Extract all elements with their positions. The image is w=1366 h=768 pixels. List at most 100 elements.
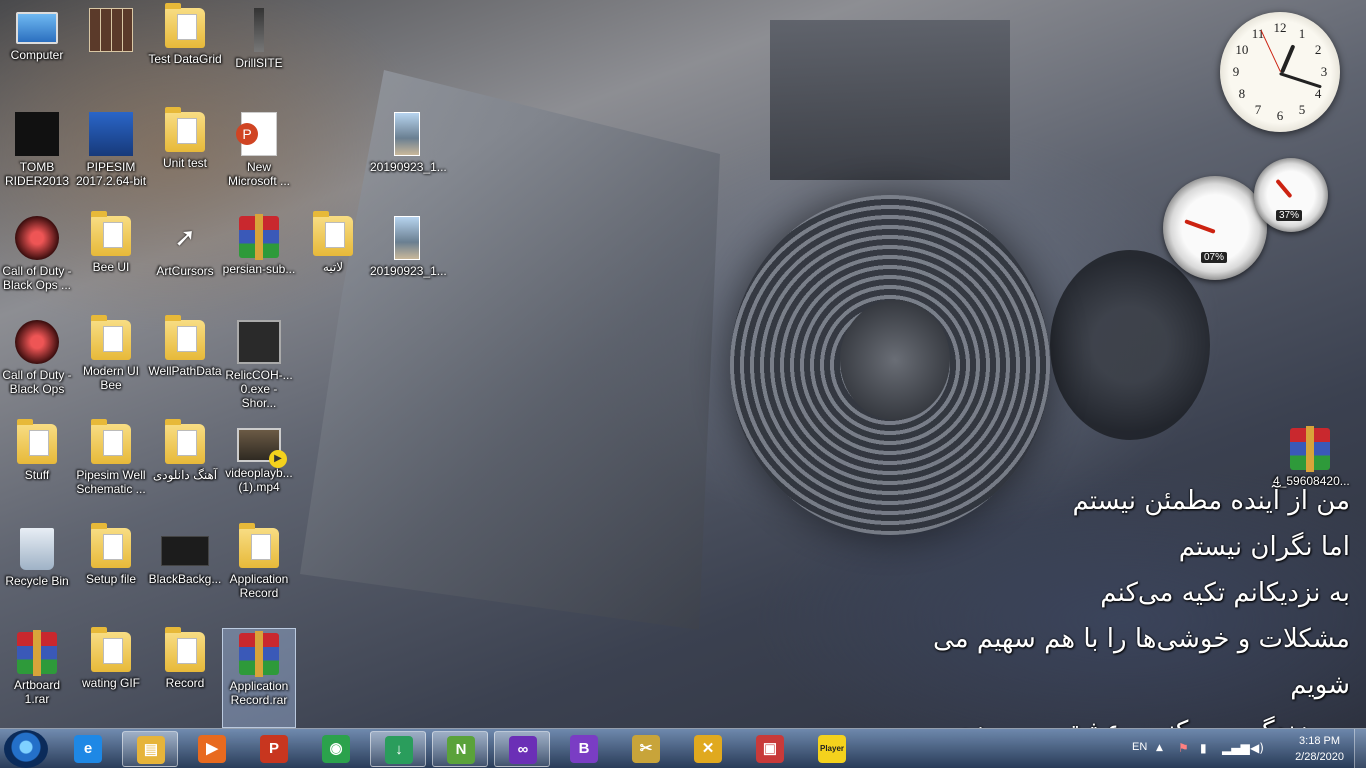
- photo-icon: [394, 112, 420, 156]
- taskbar-button[interactable]: ✕: [680, 731, 736, 767]
- winrar-icon: [17, 630, 57, 676]
- start-button[interactable]: [4, 730, 48, 768]
- kmplayer-icon: Player: [818, 735, 846, 763]
- desktop-icon-label: Pipesim Well Schematic ...: [76, 468, 146, 496]
- cpu-meter-gadget[interactable]: 07%: [1163, 176, 1267, 280]
- cursor-icon: ➚: [174, 223, 196, 253]
- desktop-icon[interactable]: BlackBackg...: [148, 524, 222, 624]
- taskbar-button[interactable]: ▶: [184, 731, 240, 767]
- desktop-icon[interactable]: PIPESIM 2017.2.64-bit: [74, 108, 148, 208]
- folder-icon: [165, 3, 205, 48]
- taskbar-button[interactable]: ✂: [618, 731, 674, 767]
- power-icon[interactable]: ▮: [1200, 741, 1207, 755]
- volume-icon[interactable]: ◀): [1250, 741, 1264, 755]
- desktop-icon[interactable]: Stuff: [0, 419, 74, 520]
- taskbar-button[interactable]: P: [246, 731, 302, 767]
- company-of-heroes-icon: [237, 320, 281, 364]
- taskbar-button[interactable]: ◉: [308, 731, 364, 767]
- second-hand: [1260, 29, 1281, 73]
- clock-number: 8: [1238, 86, 1246, 101]
- desktop-icon[interactable]: Application Record.rar: [222, 628, 296, 728]
- desktop-icon[interactable]: ➚ ArtCursors: [148, 212, 222, 312]
- desktop-icon[interactable]: Call of Duty - Black Ops ...: [0, 212, 74, 312]
- desktop-icon-label: persian-sub...: [222, 262, 296, 276]
- folder-icon: [91, 419, 131, 464]
- media-player-icon: ▶: [198, 735, 226, 763]
- desktop-icon[interactable]: Test DataGrid: [148, 3, 222, 104]
- taskbar-button[interactable]: ▣: [742, 731, 798, 767]
- desktop-icon[interactable]: Modern UI Bee: [74, 315, 148, 416]
- memory-percent: 37%: [1276, 210, 1303, 221]
- cpu-percent: 07%: [1201, 252, 1228, 263]
- folder-icon: [165, 627, 205, 672]
- desktop-icon-label: Test DataGrid: [148, 52, 222, 66]
- clock-gadget[interactable]: 12 1 2 3 4 5 6 7 8 9 10 11: [1220, 12, 1340, 132]
- taskbar-button[interactable]: ▤: [122, 731, 178, 767]
- pipesim-icon: [89, 112, 133, 156]
- desktop-icon[interactable]: Recycle Bin: [0, 524, 74, 624]
- desktop-icon-label: لاتیه: [322, 260, 344, 274]
- desktop-icon-label: Artboard 1.rar: [13, 678, 61, 706]
- desktop-icon[interactable]: آهنگ دانلودی: [148, 419, 222, 520]
- clock-number: 12: [1273, 20, 1287, 35]
- show-hidden-icons-icon[interactable]: ▲: [1156, 743, 1163, 753]
- desktop-icon[interactable]: RelicCOH-... 0.exe - Shor...: [222, 316, 296, 416]
- taskbar-button[interactable]: ∞: [494, 731, 550, 767]
- clock-number: 5: [1298, 102, 1306, 118]
- wallpaper-rear-tire: [1050, 250, 1210, 440]
- desktop-icon[interactable]: Application Record: [222, 523, 296, 624]
- desktop-icon[interactable]: New Microsoft ...: [222, 108, 296, 208]
- poem-line: مشکلات و خوشی‌ها را با هم سهیم می شویم: [933, 624, 1350, 700]
- desktop-icon[interactable]: WellPathData: [148, 315, 222, 416]
- desktop-icon[interactable]: 20190923_1...: [370, 212, 447, 312]
- taskbar-button[interactable]: B: [556, 731, 612, 767]
- desktop-icon[interactable]: persian-sub...: [222, 212, 296, 312]
- desktop-icon-label: BlackBackg...: [148, 572, 222, 586]
- taskbar-clock[interactable]: 3:18 PM 2/28/2020: [1295, 733, 1344, 765]
- installer-icon: ▣: [756, 735, 784, 763]
- recycle-bin-icon: [20, 528, 54, 570]
- show-desktop-button[interactable]: [1354, 729, 1366, 768]
- action-center-flag-icon[interactable]: ⚑: [1178, 741, 1189, 755]
- taskbar-button[interactable]: ↓: [370, 731, 426, 767]
- poem-line: من از آینده مطمئن نیستم: [1072, 486, 1350, 516]
- network-signal-icon[interactable]: ▂▄▆: [1222, 741, 1250, 755]
- desktop-icon[interactable]: TOMB RIDER2013: [0, 108, 74, 208]
- desktop-icon[interactable]: videoplayb... (1).mp4: [222, 420, 296, 520]
- desktop-icon[interactable]: Computer: [0, 4, 74, 104]
- desktop-icon[interactable]: Setup file: [74, 523, 148, 624]
- winrar-icon: [239, 631, 279, 677]
- taskbar-button[interactable]: e: [60, 731, 116, 767]
- tools-icon: ✂: [632, 735, 660, 763]
- desktop-icon[interactable]: wating GIF: [74, 627, 148, 728]
- desktop-icon[interactable]: DrillSITE: [222, 4, 296, 104]
- desktop-icon[interactable]: Bee UI: [74, 211, 148, 312]
- desktop-icon[interactable]: [74, 4, 148, 104]
- tomb-raider-icon: [15, 112, 59, 156]
- folder-icon: [165, 315, 205, 360]
- language-indicator[interactable]: EN: [1132, 741, 1147, 753]
- wallpaper-loader-bucket: [300, 70, 720, 630]
- desktop-icon[interactable]: Pipesim Well Schematic ...: [74, 419, 148, 520]
- taskbar: e ▤ ▶ P ◉ ↓ N ∞ B ✂ ✕ ▣ Player EN ▲ ⚑ ▮ ▂▄▆ ◀) 3:18 …: [0, 728, 1366, 768]
- desktop-icon-label: Setup file: [85, 572, 137, 586]
- desktop-icon-label: 20190923_1...: [370, 160, 447, 174]
- desktop-icon-label: ArtCursors: [156, 264, 214, 278]
- folder-icon: [91, 211, 131, 256]
- folder-icon: [91, 315, 131, 360]
- desktop-icon[interactable]: Unit test: [148, 107, 222, 208]
- memory-meter-gadget[interactable]: 37%: [1254, 158, 1328, 232]
- internet-explorer-icon: e: [74, 735, 102, 763]
- taskbar-button[interactable]: N: [432, 731, 488, 767]
- desktop-icon[interactable]: Artboard 1.rar: [0, 628, 74, 728]
- desktop-icon-label: RelicCOH-... 0.exe - Shor...: [225, 368, 293, 410]
- desktop-icon-label: Application Record.rar: [229, 679, 289, 707]
- desktop-icon[interactable]: 20190923_1...: [370, 108, 447, 208]
- taskbar-button[interactable]: Player: [804, 731, 860, 767]
- desktop-icon[interactable]: Call of Duty - Black Ops: [0, 316, 74, 416]
- desktop-icon[interactable]: لاتیه: [296, 211, 370, 312]
- desktop-icon[interactable]: Record: [148, 627, 222, 728]
- notepad-plus-icon: N: [447, 736, 475, 764]
- computer-icon: [16, 12, 58, 44]
- folder-icon: [239, 523, 279, 568]
